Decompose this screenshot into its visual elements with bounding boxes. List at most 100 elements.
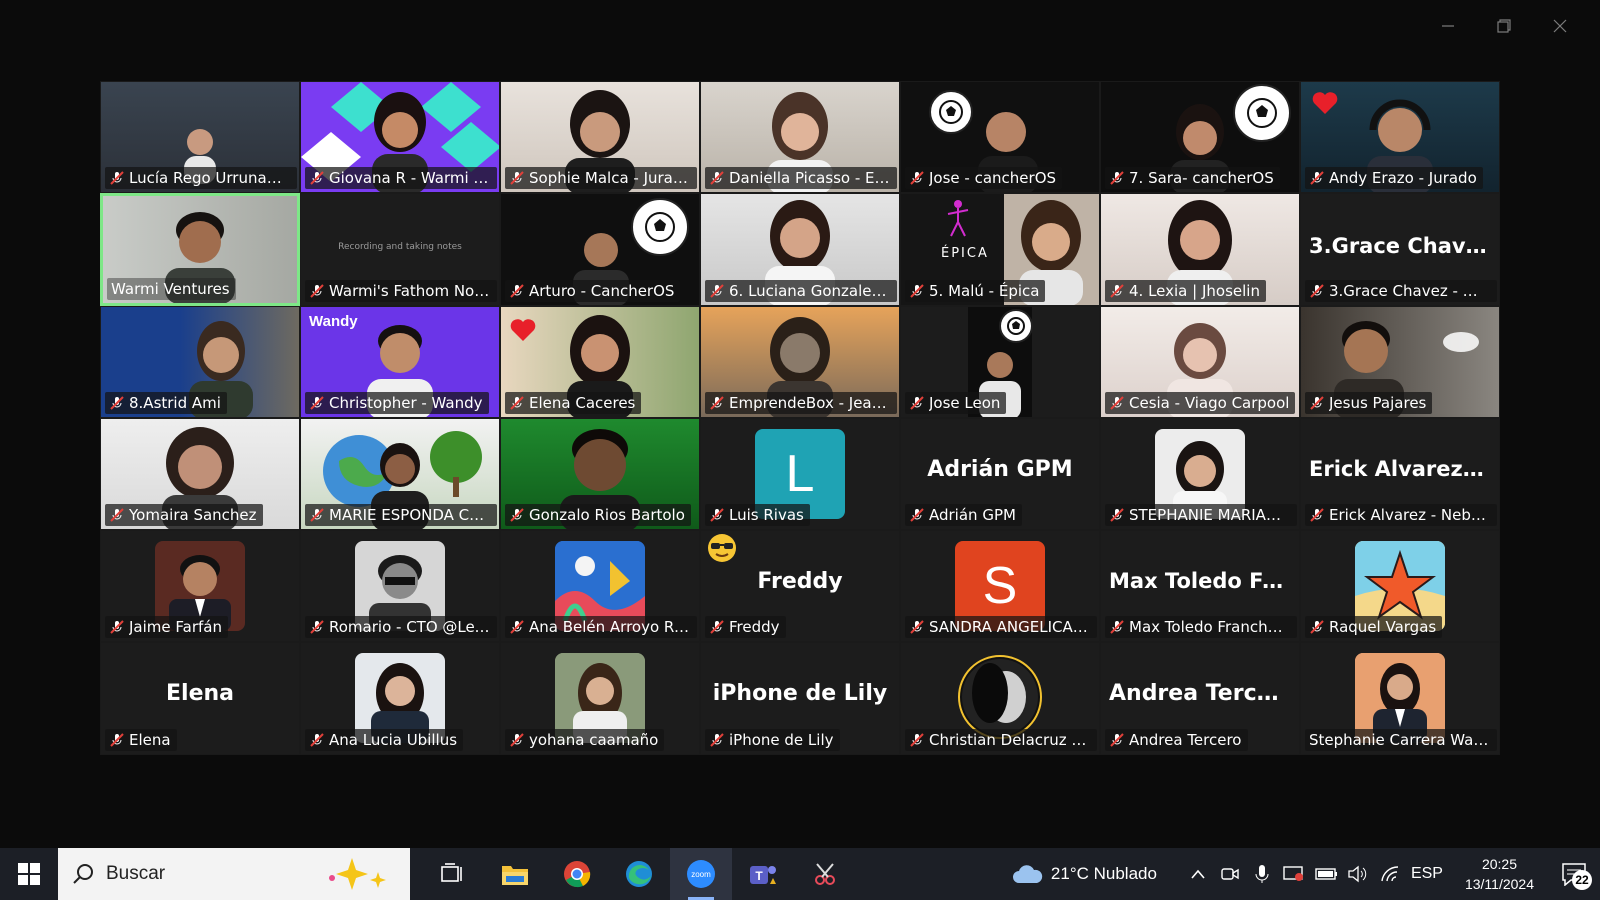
window-controls (1422, 10, 1586, 42)
participant-tile[interactable]: Sophie Malca - Jurado (500, 81, 700, 194)
participant-tile[interactable]: 4. Lexia | Jhoselin (1100, 193, 1300, 306)
task-view-button[interactable] (422, 848, 484, 900)
participant-tile-active-speaker[interactable]: Warmi Ventures (100, 193, 300, 306)
participant-tile[interactable]: Jaime Farfán (100, 530, 300, 643)
participant-label: Gonzalo Rios Bartolo (505, 504, 691, 527)
cancheros-logo-icon (631, 198, 689, 257)
participant-label: 7. Sara- cancherOS (1105, 167, 1280, 190)
screen-capture-button[interactable] (1283, 863, 1305, 885)
taskbar-search-box[interactable]: Buscar (58, 848, 410, 900)
mic-muted-icon (1309, 619, 1325, 635)
profile-photo (958, 655, 1042, 740)
participant-tile[interactable]: ÉPICA 5. Malú - Épica (900, 193, 1100, 306)
participant-label: 6. Luciana Gonzalez-P... (705, 279, 897, 302)
participant-tile[interactable]: L Luis Rivas (700, 417, 900, 531)
participant-tile[interactable]: Elena Caceres (500, 305, 700, 418)
participant-tile[interactable]: Yomaira Sanchez (100, 417, 300, 531)
mic-muted-icon (909, 619, 925, 635)
participant-tile[interactable]: EmprendeBox - Jeamp... (700, 305, 900, 418)
participant-tile[interactable]: 3.Grace Chavez... 3.Grace Chavez - Wan..… (1300, 193, 1500, 306)
participant-tile[interactable]: STEPHANIE MARIANEL... (1100, 417, 1300, 531)
participant-tile[interactable]: Giovana R - Warmi Ve... (300, 81, 500, 194)
chrome-button[interactable] (546, 848, 608, 900)
participant-tile[interactable]: Ana Lucia Ubillus (300, 642, 500, 755)
edge-icon (626, 861, 652, 887)
participant-label: Yomaira Sanchez (105, 504, 263, 527)
participant-tile[interactable]: Raquel Vargas (1300, 530, 1500, 643)
participant-tile[interactable]: Daniella Picasso - End... (700, 81, 900, 194)
participant-tile[interactable]: 8.Astrid Ami (100, 305, 300, 418)
participant-tile[interactable]: Wandy Christopher - Wandy (300, 305, 500, 418)
participant-tile[interactable]: Arturo - CancherOS (500, 193, 700, 306)
start-button[interactable] (0, 848, 58, 900)
close-button[interactable] (1534, 10, 1586, 42)
minimize-button[interactable] (1422, 10, 1474, 42)
participant-tile[interactable]: Romario - CTO @Lexia (300, 530, 500, 643)
battery-status-button[interactable] (1315, 863, 1337, 885)
mic-muted-icon (109, 507, 125, 523)
restore-button[interactable] (1478, 10, 1530, 42)
participant-tile[interactable]: Andy Erazo - Jurado (1300, 81, 1500, 194)
participant-tile[interactable]: Recording and taking notes Warmi's Fatho… (300, 193, 500, 306)
wifi-icon (1381, 866, 1398, 882)
mic-muted-icon (709, 170, 725, 186)
participant-tile[interactable]: Erick Alvarez -... Erick Alvarez - Nebul… (1300, 417, 1500, 531)
participant-tile[interactable]: Adrián GPM Adrián GPM (900, 417, 1100, 531)
mic-muted-icon (509, 732, 525, 748)
participant-tile[interactable]: 6. Luciana Gonzalez-P... (700, 193, 900, 306)
participant-tile[interactable]: yohana caamaño (500, 642, 700, 755)
meet-now-button[interactable] (1219, 863, 1241, 885)
participant-tile[interactable]: Christian Delacruz // B... (900, 642, 1100, 755)
edge-button[interactable] (608, 848, 670, 900)
snipping-tool-button[interactable] (794, 848, 856, 900)
participant-label: Raquel Vargas (1305, 616, 1443, 639)
participant-tile[interactable]: 7. Sara- cancherOS (1100, 81, 1300, 194)
participant-label: Luis Rivas (705, 504, 810, 527)
zoom-icon: zoom (687, 860, 715, 888)
zoom-button[interactable]: zoom (670, 848, 732, 900)
input-language-indicator[interactable]: ESP (1411, 865, 1443, 883)
participant-tile[interactable]: Jose - cancherOS (900, 81, 1100, 194)
participant-tile[interactable]: MARIE ESPONDA COR... (300, 417, 500, 531)
participant-label: Warmi Ventures (107, 277, 236, 300)
participant-tile[interactable]: Lucía Rego Urrunaga -... (100, 81, 300, 194)
taskbar-clock[interactable]: 20:25 13/11/2024 (1465, 854, 1534, 894)
teams-icon: T (750, 866, 776, 884)
participant-label: Erick Alvarez - Nebula (1305, 504, 1497, 527)
teams-button[interactable]: T (732, 848, 794, 900)
weather-widget[interactable]: 21°C Nublado (1011, 863, 1157, 885)
participant-label: Elena Caceres (505, 391, 642, 414)
file-explorer-button[interactable] (484, 848, 546, 900)
show-hidden-icons-button[interactable] (1187, 863, 1209, 885)
participant-label: Ana Lucia Ubillus (305, 728, 464, 751)
light-glare (1443, 331, 1479, 352)
search-highlight-sparkle-icon (329, 858, 386, 890)
volume-button[interactable] (1347, 863, 1369, 885)
notification-count-badge: 22 (1572, 870, 1592, 890)
microphone-in-use-button[interactable] (1251, 863, 1273, 885)
participant-label: Max Toledo Franchetto (1105, 616, 1297, 639)
cancheros-logo-icon (999, 308, 1033, 343)
participant-label: Jose Leon (905, 391, 1007, 414)
participant-label: Andrea Tercero (1105, 728, 1248, 751)
participant-label: Adrián GPM (905, 504, 1022, 527)
network-button[interactable] (1379, 863, 1401, 885)
mic-muted-icon (1109, 619, 1125, 635)
mic-muted-icon (909, 170, 925, 186)
mic-muted-icon (909, 732, 925, 748)
participant-tile[interactable]: Gonzalo Rios Bartolo (500, 417, 700, 531)
participant-tile[interactable]: Andrea Tercero Andrea Tercero (1100, 642, 1300, 755)
participant-tile[interactable]: Jose Leon (900, 305, 1100, 418)
participant-tile[interactable]: Ana Belén Arroyo Ram... (500, 530, 700, 643)
participant-tile[interactable]: Max Toledo Fra... Max Toledo Franchetto (1100, 530, 1300, 643)
participant-tile[interactable]: Jesus Pajares (1300, 305, 1500, 418)
participant-tile[interactable]: Elena Elena (100, 642, 300, 755)
participant-tile[interactable]: Stephanie Carrera Walling (1300, 642, 1500, 755)
participant-tile[interactable]: S SANDRA ANGELICA R... (900, 530, 1100, 643)
chrome-icon (564, 861, 591, 888)
participant-tile[interactable]: Freddy Freddy (700, 530, 900, 643)
participant-tile[interactable]: Cesia - Viago Carpool (1100, 305, 1300, 418)
notification-center-button[interactable]: 22 (1556, 854, 1592, 894)
participant-tile[interactable]: iPhone de Lily iPhone de Lily (700, 642, 900, 755)
ballerina-logo-icon (947, 200, 969, 237)
